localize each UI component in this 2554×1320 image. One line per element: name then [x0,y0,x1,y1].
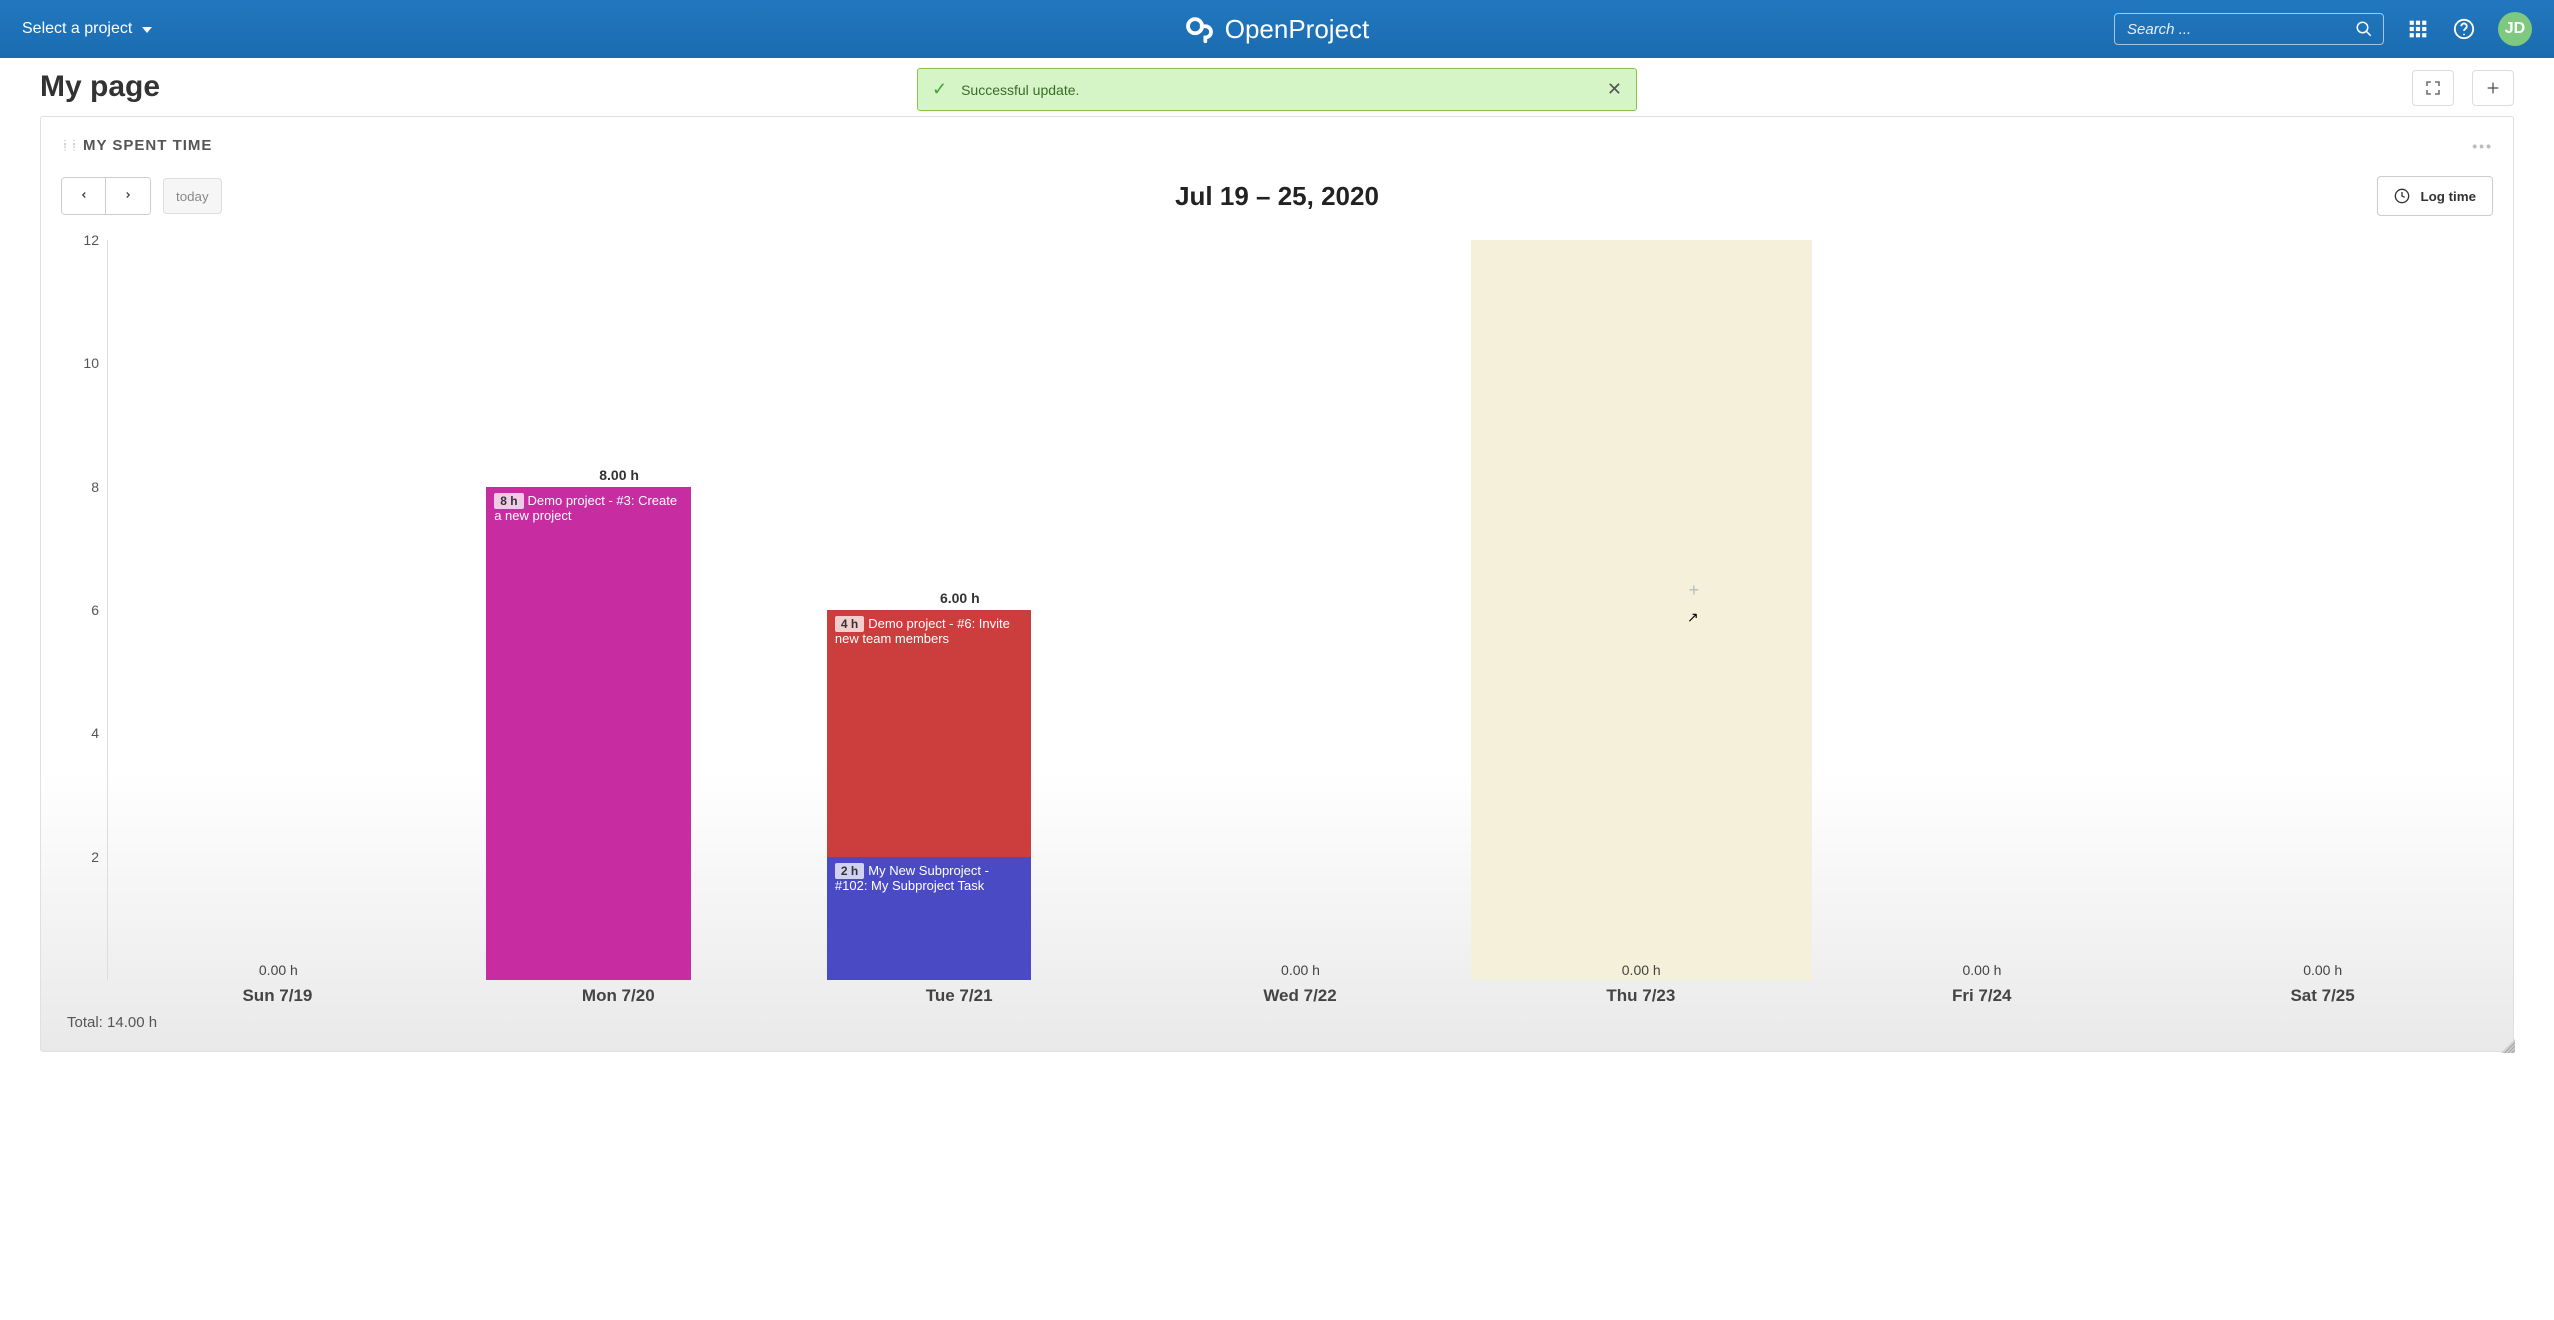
add-entry-plus-icon[interactable]: + [1689,580,1700,601]
zero-hours-label: 0.00 h [259,962,298,978]
chevron-down-icon [142,27,152,33]
zero-hours-label: 0.00 h [1962,962,2001,978]
prev-week-button[interactable] [62,178,106,214]
plus-icon [2485,80,2501,96]
check-icon: ✓ [932,79,947,100]
fullscreen-button[interactable] [2412,70,2454,106]
widget-toolbar: today Jul 19 – 25, 2020 Log time [61,176,2493,216]
close-icon[interactable]: ✕ [1607,79,1622,100]
time-entry-segment[interactable]: 2 hMy New Subproject - #102: My Subproje… [827,857,1031,980]
y-axis: 12108642 [61,240,107,980]
cursor-icon: ↖ [1687,609,1699,626]
y-tick: 6 [91,602,99,618]
plot-area: 0.00 h 8 hDemo project - #3: Create a new… [107,240,2493,980]
x-axis-label: Sat 7/25 [2152,980,2493,1006]
x-axis-label: Mon 7/20 [448,980,789,1006]
zero-hours-label: 0.00 h [1281,962,1320,978]
day-column[interactable]: 4 hDemo project - #6: Invite new team me… [789,240,1130,980]
spent-time-chart: 12108642 0.00 h8 hDemo project - #3: Cre… [61,240,2493,980]
project-selector[interactable]: Select a project [22,20,152,38]
spent-time-widget: ⋮⋮⋮⋮ MY SPENT TIME ••• today Jul 19 – 25… [40,116,2514,1052]
day-column[interactable]: 0.00 h [1130,240,1471,980]
chevron-left-icon [79,188,89,202]
search-icon [2355,20,2373,38]
x-axis-label: Thu 7/23 [1470,980,1811,1006]
avatar-initials: JD [2505,20,2525,38]
x-axis-label: Fri 7/24 [1811,980,2152,1006]
chevron-right-icon [123,188,133,202]
openproject-logo-icon [1185,14,1215,44]
modules-icon[interactable] [2406,17,2430,41]
next-week-button[interactable] [106,178,150,214]
log-time-button[interactable]: Log time [2377,176,2493,216]
toast-message: Successful update. [961,82,1079,98]
x-axis-label: Sun 7/19 [107,980,448,1006]
x-axis-label: Tue 7/21 [789,980,1130,1006]
time-entry-segment[interactable]: 4 hDemo project - #6: Invite new team me… [827,610,1031,857]
bar-total-label: 6.00 h [940,590,980,606]
week-nav-group [61,177,151,215]
global-search[interactable] [2114,13,2384,45]
x-axis-labels: Sun 7/19Mon 7/20Tue 7/21Wed 7/22Thu 7/23… [107,980,2493,1006]
y-tick: 10 [83,355,99,371]
widget-title-row: ⋮⋮⋮⋮ MY SPENT TIME ••• [61,137,2493,154]
success-toast: ✓ Successful update. ✕ [917,68,1637,111]
y-tick: 12 [83,232,99,248]
total-hours-label: Total: 14.00 h [67,1014,2493,1031]
brand-text: OpenProject [1225,14,1370,45]
stacked-bar[interactable]: 8 hDemo project - #3: Create a new proje… [486,487,690,980]
page-header-area: My page ✓ Successful update. ✕ [0,58,2554,116]
today-button[interactable]: today [163,178,222,214]
day-column[interactable]: 8 hDemo project - #3: Create a new proje… [449,240,790,980]
zero-hours-label: 0.00 h [2303,962,2342,978]
widget-menu-button[interactable]: ••• [2472,138,2493,154]
y-tick: 2 [91,849,99,865]
project-selector-label: Select a project [22,20,132,38]
brand-logo[interactable]: OpenProject [1185,14,1370,45]
day-column[interactable]: 0.00 h [108,240,449,980]
bar-total-label: 8.00 h [599,467,639,483]
day-column[interactable]: 0.00 h [1812,240,2153,980]
page-header-actions [2412,70,2514,106]
y-tick: 4 [91,725,99,741]
search-input[interactable] [2125,20,2355,39]
zero-hours-label: 0.00 h [1622,962,1661,978]
date-range-heading: Jul 19 – 25, 2020 [1175,181,1379,212]
day-column[interactable]: 0.00 h + ↖ [1471,240,1812,980]
widget-title: MY SPENT TIME [83,137,212,154]
fullscreen-icon [2425,80,2441,96]
time-entry-segment[interactable]: 8 hDemo project - #3: Create a new proje… [486,487,690,980]
add-widget-button[interactable] [2472,70,2514,106]
help-icon[interactable] [2452,17,2476,41]
y-tick: 8 [91,479,99,495]
top-header: Select a project OpenProject [0,0,2554,58]
clock-icon [2394,188,2410,204]
stacked-bar[interactable]: 4 hDemo project - #6: Invite new team me… [827,610,1031,980]
header-right: JD [2114,12,2532,46]
drag-handle-icon[interactable]: ⋮⋮⋮⋮ [61,142,73,150]
day-column[interactable]: 0.00 h [2152,240,2493,980]
avatar[interactable]: JD [2498,12,2532,46]
resize-handle[interactable] [2501,1039,2515,1053]
log-time-label: Log time [2420,189,2476,204]
x-axis-label: Wed 7/22 [1130,980,1471,1006]
